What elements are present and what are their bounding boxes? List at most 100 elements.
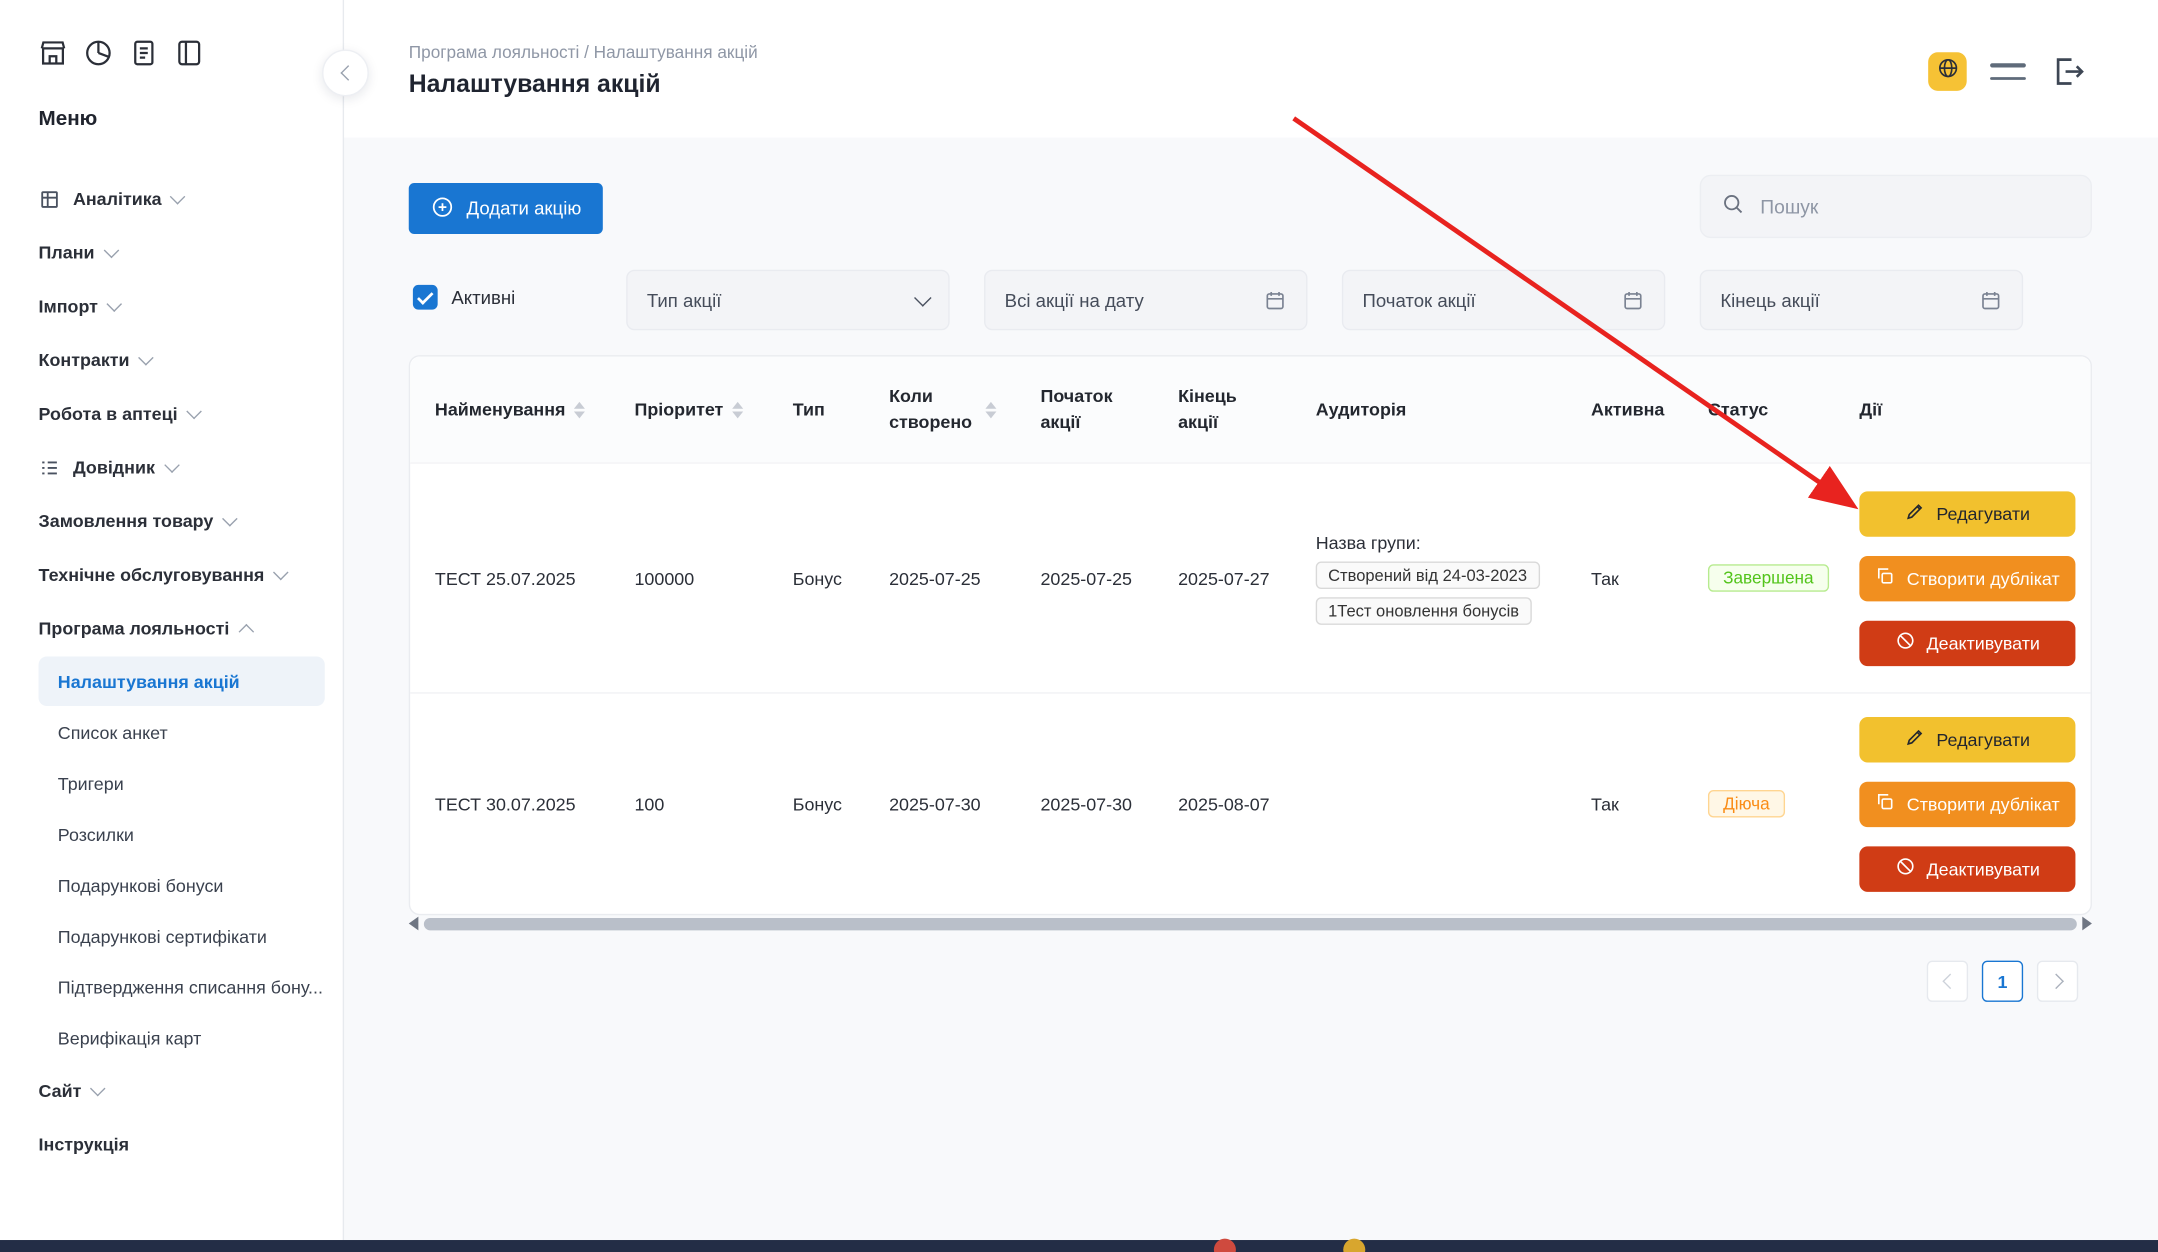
sidebar-item-loyalty-program[interactable]: Програма лояльності	[0, 601, 343, 655]
sidebar-item-goods-order[interactable]: Замовлення товару	[0, 494, 343, 548]
pagination-next-button[interactable]	[2037, 961, 2078, 1002]
submenu-item-questionnaires[interactable]: Список анкет	[39, 707, 325, 757]
pagination-prev-button[interactable]	[1927, 961, 1968, 1002]
submenu-item-triggers[interactable]: Тригери	[39, 758, 325, 808]
cell-created: 2025-07-30	[889, 793, 1040, 814]
cell-actions: Редагувати Створити дублікат Деактивуват…	[1859, 716, 2083, 891]
search-input[interactable]	[1758, 194, 2072, 219]
sidebar-item-directory[interactable]: Довідник	[0, 440, 343, 494]
scroll-right-arrow-icon[interactable]	[2082, 917, 2092, 931]
copy-icon	[1875, 566, 1896, 591]
logout-icon[interactable]	[2051, 54, 2087, 90]
column-header[interactable]: Пріоритет	[634, 399, 792, 420]
copy-icon	[1875, 791, 1896, 816]
cell-start: 2025-07-30	[1040, 793, 1178, 814]
status-badge: Діюча	[1708, 790, 1785, 818]
date-start-filter[interactable]: Початок акції	[1342, 270, 1665, 331]
sidebar-item-label: Технічне обслуговування	[39, 564, 265, 585]
sort-icon[interactable]	[574, 401, 585, 418]
calendar-icon	[1263, 288, 1286, 311]
date-end-filter[interactable]: Кінець акції	[1700, 270, 2023, 331]
submenu-item-label: Подарункові бонуси	[58, 875, 224, 896]
cell-name: ТЕСТ 25.07.2025	[435, 568, 635, 589]
cell-end: 2025-08-07	[1178, 793, 1316, 814]
submenu-item-label: Розсилки	[58, 824, 134, 845]
sidebar-item-maintenance[interactable]: Технічне обслуговування	[0, 548, 343, 602]
date-all-filter[interactable]: Всі акції на дату	[984, 270, 1307, 331]
sidebar-item-label: Аналітика	[73, 189, 162, 210]
sidebar-menu-title: Меню	[0, 69, 343, 131]
date-end-value: Кінець акції	[1720, 290, 1819, 311]
pencil-icon	[1905, 727, 1926, 752]
plus-circle-icon	[431, 195, 454, 223]
sort-icon[interactable]	[732, 401, 743, 418]
submenu-item-mailings[interactable]: Розсилки	[39, 809, 325, 859]
promo-type-value: Тип акції	[647, 290, 722, 311]
chevron-down-icon	[90, 1080, 106, 1096]
sidebar-item-instruction[interactable]: Інструкція	[0, 1118, 343, 1172]
pagination-page-1[interactable]: 1	[1982, 961, 2023, 1002]
cell-active: Так	[1591, 793, 1708, 814]
submenu-item-bonus-writeoff-confirm[interactable]: Підтвердження списання бону...	[39, 962, 325, 1012]
sidebar-collapse-button[interactable]	[322, 50, 369, 97]
scrollbar-thumb[interactable]	[424, 917, 2077, 929]
language-globe-button[interactable]	[1928, 52, 1967, 91]
submenu-item-label: Верифікація карт	[58, 1027, 202, 1048]
calendar-icon	[1979, 288, 2002, 311]
deactivate-button[interactable]: Деактивувати	[1859, 620, 2075, 665]
cell-priority: 100	[634, 793, 792, 814]
table-row: ТЕСТ 25.07.2025 100000 Бонус 2025-07-25 …	[410, 464, 2090, 692]
promo-type-select[interactable]: Тип акції	[626, 270, 949, 331]
horizontal-scrollbar[interactable]	[409, 914, 2092, 933]
sidebar-item-site[interactable]: Сайт	[0, 1064, 343, 1118]
column-header: Початок акції	[1040, 384, 1178, 436]
edit-button[interactable]: Редагувати	[1859, 491, 2075, 536]
search-icon	[1720, 191, 1745, 223]
chevron-down-icon	[164, 457, 180, 473]
sidebar-item-analytics[interactable]: Аналітика	[0, 172, 343, 226]
chevron-down-icon	[914, 289, 932, 307]
scroll-left-arrow-icon[interactable]	[409, 917, 419, 931]
edit-button[interactable]: Редагувати	[1859, 716, 2075, 761]
date-start-value: Початок акції	[1363, 290, 1476, 311]
pie-chart-icon[interactable]	[81, 36, 114, 69]
submenu-item-label: Тригери	[58, 773, 124, 794]
duplicate-button[interactable]: Створити дублікат	[1859, 781, 2075, 826]
page-header: Програма лояльності / Налаштування акцій…	[344, 0, 2158, 138]
ban-icon	[1895, 856, 1916, 881]
document-icon[interactable]	[127, 36, 160, 69]
submenu-item-gift-bonuses[interactable]: Подарункові бонуси	[39, 860, 325, 910]
active-filter-checkbox[interactable]: Активні	[413, 285, 515, 310]
cell-name: ТЕСТ 30.07.2025	[435, 793, 635, 814]
chevron-down-icon	[103, 242, 119, 258]
cell-type: Бонус	[793, 568, 889, 589]
sidebar-item-label: Сайт	[39, 1080, 82, 1101]
sort-icon[interactable]	[985, 401, 996, 418]
column-header[interactable]: Найменування	[435, 399, 635, 420]
add-promo-button[interactable]: Додати акцію	[409, 183, 604, 234]
submenu-item-card-verification[interactable]: Верифікація карт	[39, 1013, 325, 1063]
menu-lines-icon[interactable]	[1990, 63, 2026, 80]
cell-start: 2025-07-25	[1040, 568, 1178, 589]
ban-icon	[1895, 630, 1916, 655]
sidebar-item-pharmacy-work[interactable]: Робота в аптеці	[0, 387, 343, 441]
sidebar-item-plans[interactable]: Плани	[0, 226, 343, 280]
column-header: Тип	[793, 399, 889, 420]
column-header[interactable]: Коли створено	[889, 384, 1040, 436]
sidebar-item-contracts[interactable]: Контракти	[0, 333, 343, 387]
submenu-item-promo-settings[interactable]: Налаштування акцій	[39, 656, 325, 706]
submenu-item-gift-certificates[interactable]: Подарункові сертифікати	[39, 911, 325, 961]
search-box[interactable]	[1700, 175, 2092, 238]
book-icon[interactable]	[172, 36, 205, 69]
deactivate-button[interactable]: Деактивувати	[1859, 846, 2075, 891]
column-header: Статус	[1708, 399, 1859, 420]
storefront-icon[interactable]	[36, 36, 69, 69]
checkbox-checked-icon[interactable]	[413, 285, 438, 310]
column-header: Аудиторія	[1316, 399, 1591, 420]
page-title: Налаштування акцій	[409, 70, 661, 99]
sidebar-item-label: Замовлення товару	[39, 511, 214, 532]
main-area: Програма лояльності / Налаштування акцій…	[344, 0, 2158, 1252]
duplicate-button[interactable]: Створити дублікат	[1859, 555, 2075, 600]
table-header-row: Найменування Пріоритет Тип Коли створено…	[410, 356, 2090, 463]
sidebar-item-import[interactable]: Імпорт	[0, 279, 343, 333]
